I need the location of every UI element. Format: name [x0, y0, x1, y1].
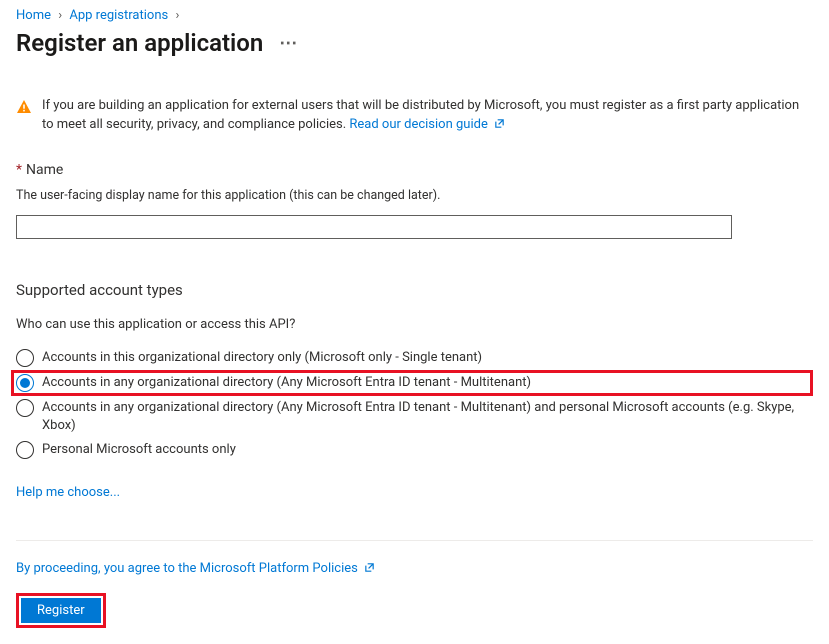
account-types-heading: Supported account types — [16, 281, 813, 299]
external-link-icon — [494, 118, 505, 133]
chevron-right-icon: › — [58, 8, 62, 23]
account-type-option-2[interactable]: Accounts in any organizational directory… — [16, 396, 813, 438]
name-input[interactable] — [16, 215, 732, 239]
decision-guide-link[interactable]: Read our decision guide — [349, 117, 505, 132]
radio-label: Accounts in any organizational directory… — [42, 399, 813, 435]
radio-label: Accounts in this organizational director… — [42, 349, 482, 367]
page-title-row: Register an application ⋯ — [16, 29, 813, 57]
account-types-subtext: Who can use this application or access t… — [16, 317, 813, 332]
radio-label: Accounts in any organizational directory… — [42, 374, 531, 392]
radio-icon — [16, 374, 34, 392]
breadcrumb: Home › App registrations › — [16, 8, 813, 23]
chevron-right-icon: › — [175, 8, 179, 23]
account-type-option-0[interactable]: Accounts in this organizational director… — [16, 346, 813, 370]
account-types-radio-group: Accounts in this organizational director… — [16, 346, 813, 463]
radio-label: Personal Microsoft accounts only — [42, 441, 236, 459]
consent-prefix: By proceeding, you agree to the — [16, 561, 200, 576]
name-hint: The user-facing display name for this ap… — [16, 188, 813, 203]
divider — [16, 540, 813, 541]
platform-policies-link[interactable]: Microsoft Platform Policies — [200, 561, 375, 576]
breadcrumb-app-registrations[interactable]: App registrations — [69, 8, 168, 23]
warning-banner: If you are building an application for e… — [16, 97, 813, 136]
help-me-choose-link[interactable]: Help me choose... — [16, 485, 120, 500]
required-asterisk: * — [16, 162, 22, 178]
more-icon[interactable]: ⋯ — [279, 33, 299, 54]
warning-icon — [16, 99, 32, 119]
page-title: Register an application — [16, 29, 263, 57]
account-type-option-1[interactable]: Accounts in any organizational directory… — [11, 370, 813, 396]
radio-icon — [16, 441, 34, 459]
radio-icon — [16, 399, 34, 417]
register-button[interactable]: Register — [21, 598, 101, 623]
account-type-option-3[interactable]: Personal Microsoft accounts only — [16, 438, 813, 462]
register-highlight: Register — [16, 593, 106, 628]
consent-text: By proceeding, you agree to the Microsof… — [16, 561, 813, 577]
warning-text: If you are building an application for e… — [42, 97, 813, 136]
name-label: *Name — [16, 162, 813, 178]
breadcrumb-home[interactable]: Home — [16, 8, 51, 23]
external-link-icon — [364, 562, 375, 577]
radio-icon — [16, 349, 34, 367]
